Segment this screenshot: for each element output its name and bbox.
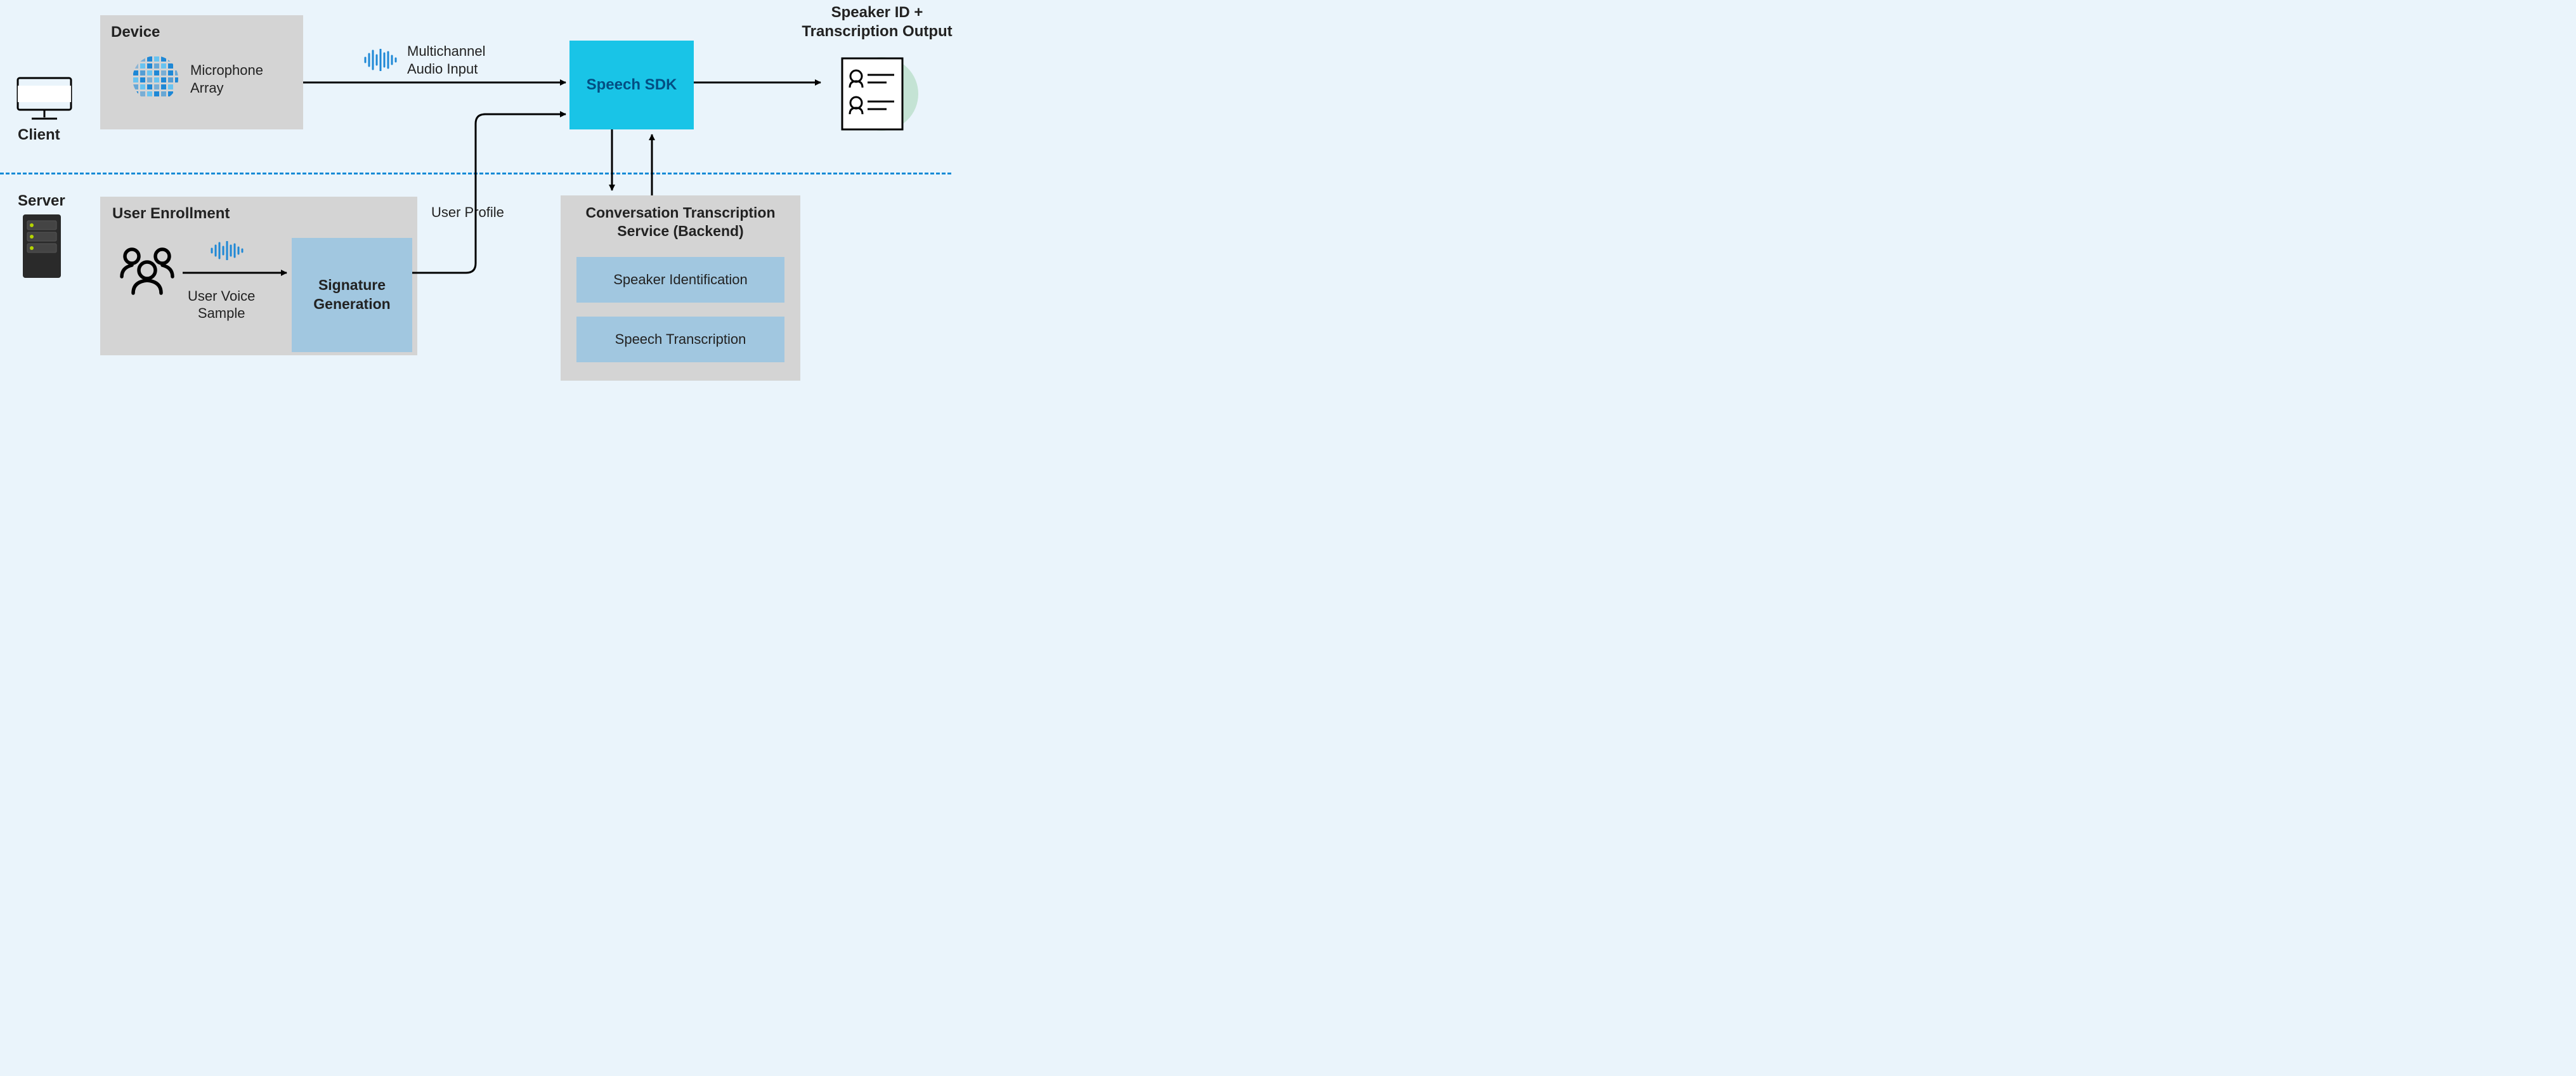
client-monitor-icon [13,73,76,124]
microphone-array-label: Microphone Array [190,62,263,96]
user-profile-label: User Profile [431,204,504,221]
backend-title: Conversation Transcription Service (Back… [561,204,800,241]
user-enrollment-title: User Enrollment [112,205,230,223]
user-voice-sample-label: User Voice Sample [188,288,255,322]
device-title: Device [111,23,160,41]
backend-item-transcription-label: Speech Transcription [615,331,746,348]
backend-item-speaker-id: Speaker Identification [576,257,784,303]
speech-sdk-label: Speech SDK [587,76,677,94]
server-rack-icon [23,214,61,284]
speech-sdk-box: Speech SDK [569,41,694,129]
client-server-divider [0,173,951,174]
backend-item-speaker-id-label: Speaker Identification [613,272,748,288]
backend-item-transcription: Speech Transcription [576,317,784,362]
output-doc-icon [824,49,920,138]
client-label: Client [18,126,60,144]
backend-box: Conversation Transcription Service (Back… [561,195,800,381]
server-label: Server [18,192,65,210]
signature-generation-label: Signature Generation [313,276,390,314]
waveform-icon [363,49,401,71]
microphone-array-icon [131,54,180,103]
waveform-small-icon [209,241,245,260]
output-title: Speaker ID + Transcription Output [798,3,956,41]
audio-input-label: Multichannel Audio Input [407,43,486,77]
signature-generation-box: Signature Generation [292,238,412,352]
users-group-icon [115,244,179,298]
